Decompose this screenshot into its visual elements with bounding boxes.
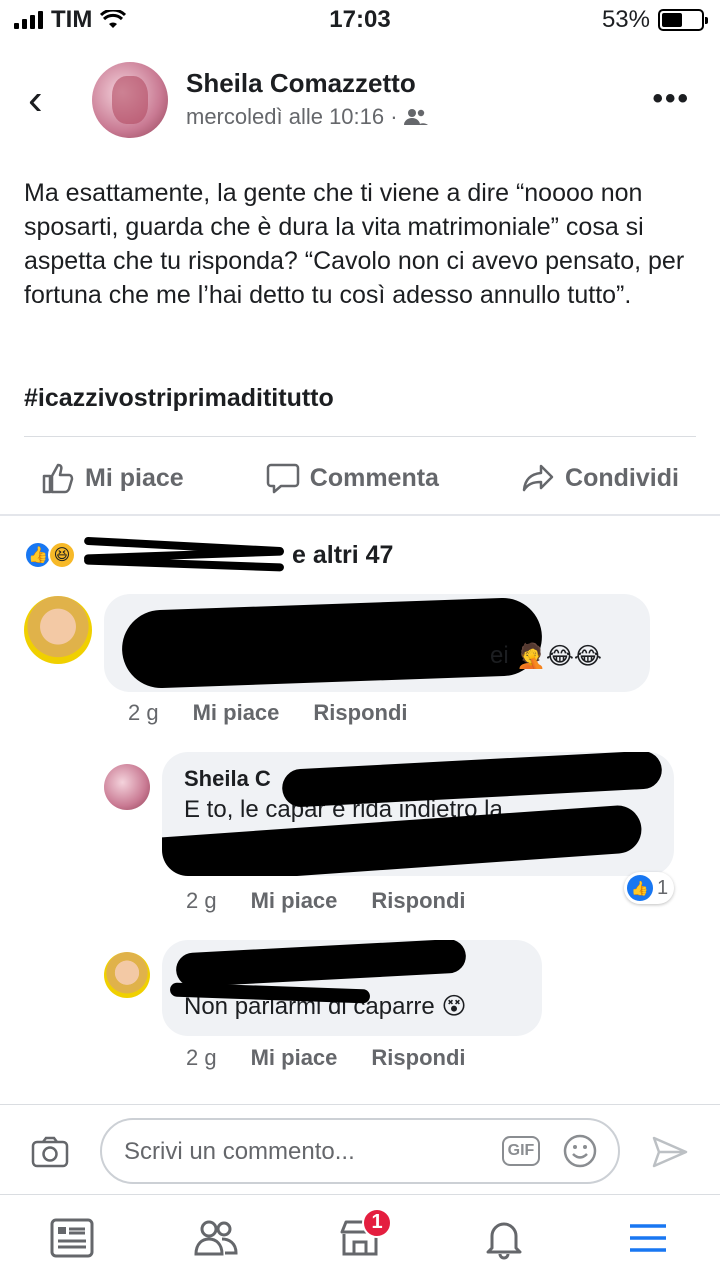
camera-icon[interactable]	[30, 1132, 70, 1172]
tab-news-feed[interactable]	[42, 1208, 102, 1268]
commenter-name[interactable]: Sheila C	[184, 766, 271, 792]
like-label: Mi piace	[85, 463, 184, 492]
thumbs-up-icon	[42, 463, 74, 494]
share-label: Condividi	[565, 463, 679, 492]
redaction-scribble	[120, 596, 544, 690]
comment-actions: 2 g Mi piace Rispondi	[186, 1045, 466, 1071]
author-name[interactable]: Sheila Comazzetto	[186, 68, 416, 99]
send-icon[interactable]	[650, 1132, 690, 1172]
gif-button[interactable]: GIF	[502, 1136, 540, 1166]
reactions-summary[interactable]: 👍 😆 e altri 47	[24, 536, 394, 572]
notification-badge: 1	[362, 1207, 392, 1238]
friends-icon	[194, 1220, 238, 1255]
comment-actions: 2 g Mi piace Rispondi	[128, 700, 408, 726]
comment-bubble: Non parlarmi di caparre 😵	[162, 940, 542, 1036]
comment-like-button[interactable]: Mi piace	[251, 888, 338, 914]
comment-text: ei	[490, 642, 509, 669]
comment-like-count[interactable]: 👍 1	[624, 872, 675, 904]
comment-like-number: 1	[657, 876, 669, 899]
like-button[interactable]: Mi piace	[41, 461, 184, 495]
tab-menu[interactable]	[618, 1208, 678, 1268]
emoji-icon[interactable]	[562, 1133, 598, 1169]
comment-icon	[266, 463, 300, 494]
more-options-icon[interactable]: •••	[652, 82, 690, 116]
commenter-avatar[interactable]	[24, 596, 92, 664]
hashtag-link[interactable]: #icazzivostriprimadititutto	[24, 384, 334, 413]
hamburger-menu-icon	[630, 1223, 666, 1252]
post-meta: mercoledì alle 10:16 ·	[186, 104, 428, 130]
friends-icon	[403, 109, 428, 125]
post-body: Ma esattamente, la gente che ti viene a …	[24, 179, 685, 309]
battery-percent: 53%	[601, 6, 650, 33]
reactions-count: e altri 47	[292, 540, 394, 569]
comment-reply-button[interactable]: Rispondi	[313, 700, 407, 726]
tab-bar: 1	[0, 1194, 720, 1280]
redaction-scribble	[83, 536, 285, 572]
comment-age: 2 g	[186, 888, 217, 913]
comment-like-button[interactable]: Mi piace	[193, 700, 280, 726]
comment-emoji: 🤦😂😂	[516, 643, 602, 670]
battery-group: 53%	[601, 6, 708, 34]
status-bar: TIM 17:03 53%	[0, 0, 720, 40]
share-icon	[522, 464, 554, 492]
tab-marketplace[interactable]: 1	[330, 1207, 392, 1268]
haha-reaction-icon: 😆	[48, 541, 76, 569]
tab-notifications[interactable]	[474, 1208, 534, 1268]
section-divider	[0, 514, 720, 516]
commenter-avatar[interactable]	[104, 764, 150, 810]
comment-reply-button[interactable]: Rispondi	[371, 1045, 465, 1071]
comment-label: Commenta	[309, 463, 439, 492]
comment-input-placeholder: Scrivi un commento...	[124, 1138, 355, 1165]
comment-button[interactable]: Commenta	[266, 461, 439, 495]
author-avatar[interactable]	[92, 62, 168, 138]
comment-age: 2 g	[128, 700, 159, 725]
post-timestamp[interactable]: mercoledì alle 10:16 ·	[186, 104, 398, 130]
divider	[0, 1104, 720, 1105]
news-feed-icon	[50, 1218, 94, 1257]
comment-age: 2 g	[186, 1045, 217, 1070]
comment-input[interactable]: Scrivi un commento... GIF	[100, 1118, 620, 1184]
commenter-avatar[interactable]	[104, 952, 150, 998]
back-icon[interactable]: ‹	[28, 78, 43, 122]
comment-actions: 2 g Mi piace Rispondi	[186, 888, 466, 914]
divider	[24, 436, 696, 437]
tab-friends[interactable]	[186, 1208, 246, 1268]
share-button[interactable]: Condividi	[521, 461, 679, 495]
battery-icon	[658, 9, 708, 31]
bell-icon	[486, 1222, 522, 1259]
post-actions: Mi piace Commenta Condividi	[0, 448, 720, 508]
comment-bubble: Sheila C E to, le capar e ridà indietro …	[162, 752, 674, 876]
thumbs-up-icon: 👍	[627, 875, 653, 901]
comment-bubble: ei 🤦😂😂	[104, 594, 650, 692]
redaction-scribble	[175, 940, 467, 988]
comment-reply-button[interactable]: Rispondi	[371, 888, 465, 914]
comment-like-button[interactable]: Mi piace	[251, 1045, 338, 1071]
